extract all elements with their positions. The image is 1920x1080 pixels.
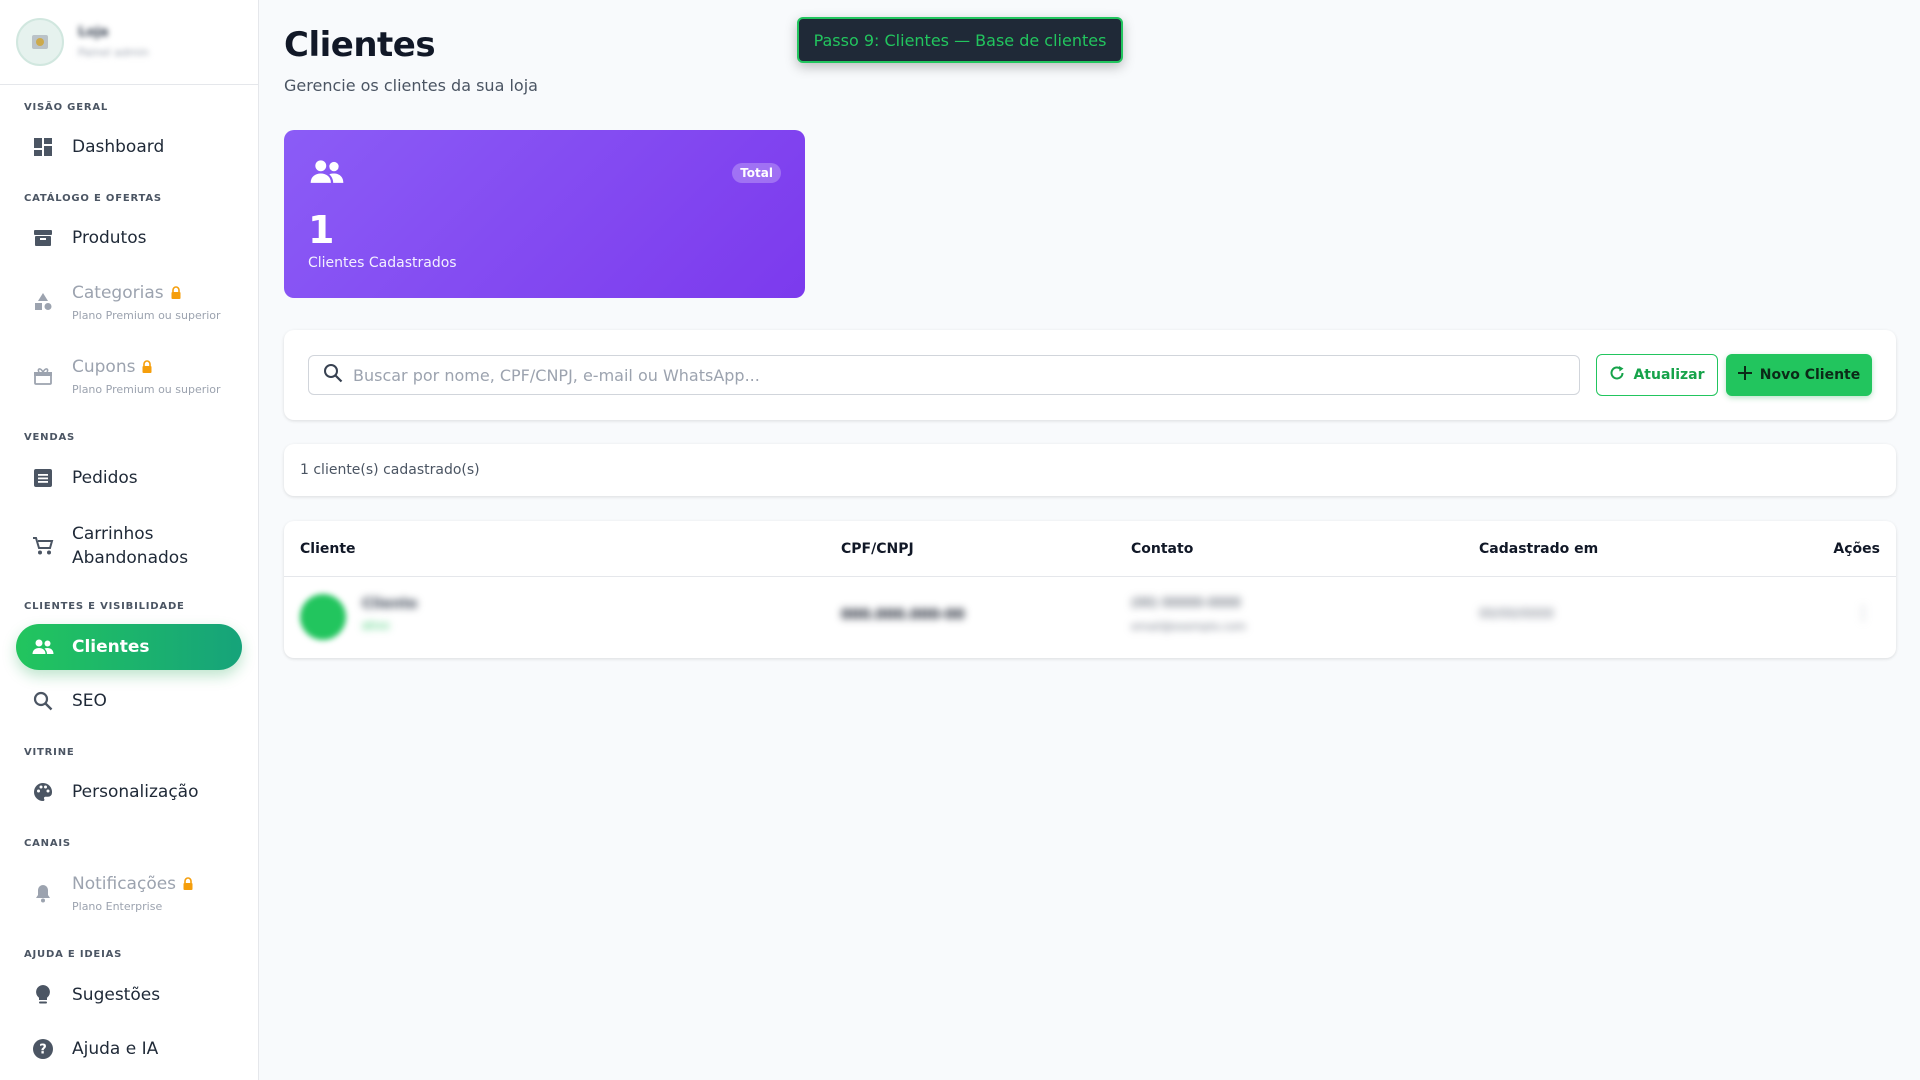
- help-circle-icon: ?: [32, 1038, 54, 1060]
- orders-icon: [32, 467, 54, 489]
- client-tag: ativo: [362, 619, 390, 632]
- client-created-date: 00/00/0000: [1479, 607, 1554, 622]
- store-name: Loja: [78, 25, 109, 40]
- client-count-bar: 1 cliente(s) cadastrado(s): [284, 444, 1896, 496]
- section-clients: CLIENTES E VISIBILIDADE: [24, 601, 185, 612]
- section-channels: CANAIS: [24, 838, 71, 849]
- bell-icon: [32, 882, 54, 904]
- sidebar-item-notifications[interactable]: Notificações Plano Enterprise: [16, 862, 242, 926]
- gift-icon: [32, 365, 54, 387]
- categories-icon: [32, 291, 54, 313]
- section-sales: VENDAS: [24, 432, 75, 443]
- plus-icon: [1737, 366, 1752, 384]
- sidebar-item-categories[interactable]: Categorias Plano Premium ou superior: [16, 271, 242, 335]
- client-phone: (00) 00000-0000: [1131, 596, 1241, 611]
- sidebar-item-abandoned-carts[interactable]: Carrinhos Abandonados: [16, 517, 242, 575]
- sidebar-item-help[interactable]: ? Ajuda e IA: [16, 1026, 242, 1072]
- search-field[interactable]: [308, 355, 1580, 395]
- sidebar-item-suggestions[interactable]: Sugestões: [16, 972, 242, 1018]
- section-storefront: VITRINE: [24, 747, 75, 758]
- total-clients-card: Total 1 Clientes Cadastrados: [284, 130, 805, 298]
- refresh-label: Atualizar: [1633, 367, 1705, 383]
- column-header-document[interactable]: CPF/CNPJ: [841, 521, 914, 576]
- client-count-text: 1 cliente(s) cadastrado(s): [300, 462, 480, 478]
- row-actions-menu[interactable]: ⋮: [1854, 603, 1872, 624]
- total-clients-label: Clientes Cadastrados: [308, 255, 457, 271]
- archive-icon: [32, 227, 54, 249]
- sidebar-item-sub: Plano Premium ou superior: [72, 309, 221, 322]
- column-header-client[interactable]: Cliente: [300, 521, 356, 576]
- people-icon: [32, 636, 54, 658]
- sidebar-item-label: Pedidos: [72, 468, 138, 488]
- total-clients-value: 1: [308, 208, 335, 252]
- section-catalog: CATÁLOGO E OFERTAS: [24, 193, 162, 204]
- sidebar-item-label: Notificações: [72, 874, 177, 894]
- sidebar-item-label: SEO: [72, 691, 107, 711]
- sidebar-item-customization[interactable]: Personalização: [16, 769, 242, 815]
- sidebar-item-label: Dashboard: [72, 137, 165, 157]
- sidebar-item-label: Produtos: [72, 228, 147, 248]
- sidebar-item-label: Carrinhos: [72, 524, 154, 544]
- client-document: 000.000.000-00: [841, 607, 965, 623]
- total-badge: Total: [732, 163, 781, 183]
- refresh-icon: [1609, 365, 1625, 385]
- sidebar-item-coupons[interactable]: Cupons Plano Premium ou superior: [16, 345, 242, 409]
- refresh-button[interactable]: Atualizar: [1596, 354, 1718, 396]
- avatar: [300, 594, 346, 640]
- sidebar-item-sub: Plano Premium ou superior: [72, 383, 221, 396]
- sidebar-item-sub: Plano Enterprise: [72, 900, 163, 913]
- lock-icon: [141, 359, 153, 378]
- sidebar: Loja Painel admin VISÃO GERAL Dashboard …: [0, 0, 259, 1080]
- clients-table: Cliente CPF/CNPJ Contato Cadastrado em A…: [284, 521, 1896, 658]
- palette-icon: [32, 781, 54, 803]
- section-help: AJUDA E IDEIAS: [24, 949, 123, 960]
- lightbulb-icon: [32, 984, 54, 1006]
- new-client-button[interactable]: Novo Cliente: [1726, 354, 1872, 396]
- sidebar-item-label-line2: Abandonados: [72, 548, 189, 568]
- column-header-actions: Ações: [1833, 540, 1880, 557]
- sidebar-item-label: Personalização: [72, 782, 199, 802]
- sidebar-item-products[interactable]: Produtos: [16, 215, 242, 261]
- sidebar-item-orders[interactable]: Pedidos: [16, 455, 242, 501]
- section-overview: VISÃO GERAL: [24, 102, 109, 113]
- sidebar-item-label: Cupons: [72, 357, 136, 377]
- sidebar-item-dashboard[interactable]: Dashboard: [16, 124, 242, 170]
- cart-icon: [32, 535, 54, 557]
- sidebar-item-seo[interactable]: SEO: [16, 678, 242, 724]
- svg-text:?: ?: [39, 1043, 47, 1058]
- dashboard-icon: [32, 136, 54, 158]
- column-header-contact[interactable]: Contato: [1131, 521, 1193, 576]
- header-divider: [284, 576, 1896, 577]
- client-name: Cliente: [362, 596, 418, 612]
- lock-icon: [182, 876, 194, 895]
- column-header-created[interactable]: Cadastrado em: [1479, 521, 1598, 576]
- onboarding-step-toast: Passo 9: Clientes — Base de clientes: [797, 17, 1123, 63]
- search-icon: [32, 690, 54, 712]
- store-subtitle: Painel admin: [78, 46, 149, 59]
- search-input[interactable]: [353, 365, 1579, 385]
- search-icon: [323, 363, 343, 387]
- sidebar-item-label: Ajuda e IA: [72, 1039, 159, 1059]
- page-subtitle: Gerencie os clientes da sua loja: [284, 76, 538, 95]
- new-client-label: Novo Cliente: [1759, 367, 1861, 383]
- people-icon: [308, 158, 346, 190]
- lock-icon: [170, 285, 182, 304]
- search-toolbar: Atualizar Novo Cliente: [284, 330, 1896, 420]
- store-logo-icon: [32, 35, 48, 49]
- sidebar-item-clients[interactable]: Clientes: [16, 624, 242, 670]
- client-email: email@exemplo.com: [1131, 620, 1247, 633]
- store-header: Loja Painel admin: [0, 0, 258, 85]
- sidebar-item-label: Clientes: [72, 637, 150, 657]
- sidebar-item-label: Sugestões: [72, 985, 161, 1005]
- sidebar-item-label: Categorias: [72, 283, 164, 303]
- store-avatar[interactable]: [16, 18, 64, 66]
- page-title: Clientes: [284, 25, 436, 65]
